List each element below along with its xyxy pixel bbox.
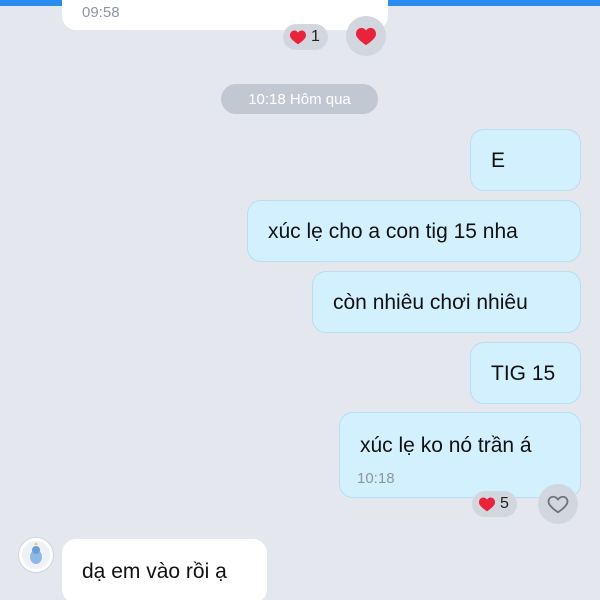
message-time: 09:58 (82, 4, 120, 21)
outgoing-message[interactable]: E (470, 129, 581, 191)
avatar-image (22, 541, 50, 569)
react-button[interactable] (538, 484, 578, 524)
reaction-count: 1 (311, 28, 320, 45)
outgoing-message[interactable]: TIG 15 (470, 342, 581, 404)
message-text: còn nhiêu chơi nhiêu (333, 290, 528, 314)
react-button[interactable] (346, 16, 386, 56)
incoming-message[interactable]: dạ em vào rồi ạ (62, 539, 267, 600)
date-separator: 10:18 Hôm qua (221, 84, 378, 114)
message-text: dạ em vào rồi ạ (82, 559, 227, 583)
heart-filled-icon (289, 29, 307, 45)
heart-outline-icon (547, 494, 569, 514)
heart-filled-icon (355, 26, 377, 46)
reaction-count: 5 (500, 495, 509, 512)
reaction-summary[interactable]: 1 (283, 24, 328, 50)
message-time: 10:18 (357, 470, 395, 487)
outgoing-message[interactable]: còn nhiêu chơi nhiêu (312, 271, 581, 333)
message-text: E (491, 148, 506, 172)
message-text: TIG 15 (491, 361, 556, 385)
reaction-summary[interactable]: 5 (472, 491, 517, 517)
outgoing-message[interactable]: xúc lẹ cho a con tig 15 nha (247, 200, 581, 262)
avatar[interactable] (18, 537, 54, 573)
message-text: xúc lẹ ko nó trần á (360, 434, 532, 457)
message-text: xúc lẹ cho a con tig 15 nha (268, 219, 518, 243)
heart-filled-icon (478, 496, 496, 512)
incoming-message-previous[interactable]: 09:58 (62, 0, 388, 30)
